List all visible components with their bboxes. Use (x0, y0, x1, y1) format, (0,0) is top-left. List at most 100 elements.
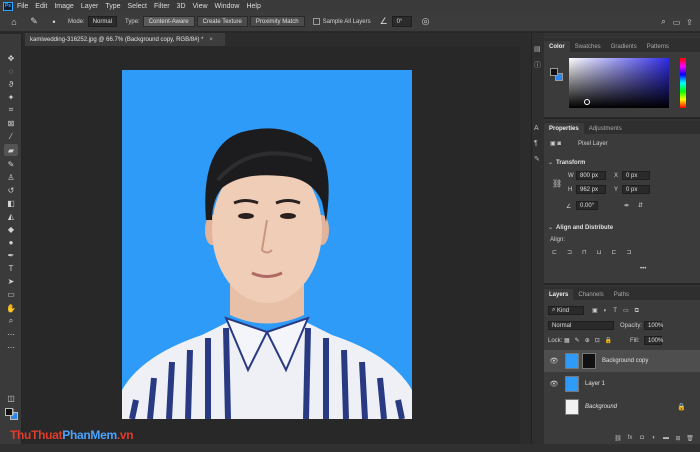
visibility-eye-icon[interactable]: 👁 (548, 357, 560, 365)
tab-patterns[interactable]: Patterns (642, 41, 674, 52)
tab-paths[interactable]: Paths (609, 289, 634, 300)
content-aware-button[interactable]: Content-Aware (142, 16, 195, 27)
menu-layer[interactable]: Layer (81, 3, 99, 10)
layer-row-background[interactable]: Background 🔒 (544, 396, 700, 418)
link-dimensions-icon[interactable]: ⛓ (552, 179, 562, 188)
width-field[interactable]: 800 px (576, 171, 606, 180)
gradient-tool-icon[interactable]: ◭ (4, 210, 18, 222)
layer-row-background-copy[interactable]: 👁 Background copy (544, 350, 700, 372)
menu-edit[interactable]: Edit (35, 3, 47, 10)
transform-section[interactable]: ⌄ Transform (548, 159, 585, 166)
dodge-tool-icon[interactable]: ● (4, 236, 18, 248)
sample-all-layers-checkbox[interactable] (312, 18, 320, 25)
info-panel-icon[interactable]: ⓘ (534, 60, 543, 69)
link-layers-icon[interactable]: ⛓ (614, 435, 622, 444)
lock-options-icons[interactable]: ▦✎⊕⊡🔒 (564, 337, 617, 344)
marquee-tool-icon[interactable]: ◌ (4, 65, 18, 77)
layer-filter-icons[interactable]: ▣◐T▭⧉ (592, 307, 645, 315)
brush-tool-icon[interactable]: ✎ (4, 158, 18, 170)
tab-channels[interactable]: Channels (573, 289, 608, 300)
mode-select[interactable]: Normal (87, 16, 118, 27)
tab-layers[interactable]: Layers (544, 289, 574, 300)
opacity-field[interactable]: 100% (644, 321, 663, 330)
flip-horizontal-icon[interactable]: ⇹ (624, 202, 629, 209)
menu-filter[interactable]: Filter (154, 3, 170, 10)
color-picker-cursor[interactable] (584, 99, 590, 105)
tab-swatches[interactable]: Swatches (570, 41, 606, 52)
menu-window[interactable]: Window (215, 3, 240, 10)
adjustment-layer-icon[interactable]: ◐ (650, 435, 658, 444)
clone-stamp-tool-icon[interactable]: ♙ (4, 171, 18, 183)
angle-field[interactable]: 0.00° (576, 201, 598, 210)
blur-tool-icon[interactable]: ◆ (4, 223, 18, 235)
foreground-color-swatch[interactable] (5, 408, 13, 416)
menu-3d[interactable]: 3D (177, 3, 186, 10)
fx-icon[interactable]: fx (626, 435, 634, 444)
eyedropper-tool-icon[interactable]: ⁄ (4, 130, 18, 142)
layer-mask-thumbnail[interactable] (582, 353, 596, 369)
angle-input[interactable]: 0° (391, 16, 412, 27)
menu-image[interactable]: Image (54, 3, 73, 10)
layer-filter-kind[interactable]: ⌕ Kind (548, 306, 584, 315)
pressure-size-icon[interactable]: ◎ (420, 16, 432, 28)
canvas-vertical-scrollbar[interactable] (520, 46, 531, 444)
search-icon[interactable]: ⌕ (657, 16, 670, 28)
zoom-tool-icon[interactable]: ⌕ (4, 315, 18, 327)
history-panel-icon[interactable]: ▤ (534, 45, 543, 54)
visibility-eye-icon[interactable]: 👁 (548, 380, 560, 388)
y-field[interactable]: 0 px (622, 185, 650, 194)
height-field[interactable]: 962 px (576, 185, 606, 194)
path-selection-tool-icon[interactable]: ➤ (4, 275, 18, 287)
eraser-tool-icon[interactable]: ◧ (4, 197, 18, 209)
quick-mask-icon[interactable]: ◫ (4, 392, 18, 404)
hand-tool-icon[interactable]: ✋ (4, 302, 18, 314)
align-section[interactable]: ⌄ Align and Distribute (548, 224, 613, 231)
healing-brush-tool-icon[interactable]: ▰ (4, 144, 18, 156)
healing-brush-preset-icon[interactable]: ✎ (28, 16, 40, 28)
brush-size-icon[interactable]: • (48, 16, 60, 28)
tab-gradients[interactable]: Gradients (606, 41, 642, 52)
type-tool-icon[interactable]: T (4, 262, 18, 274)
more-options-icon[interactable]: ••• (640, 266, 646, 272)
canvas-area[interactable] (23, 46, 520, 444)
new-layer-icon[interactable]: ⊞ (674, 435, 682, 444)
portrait-photo[interactable] (122, 70, 412, 419)
tab-properties[interactable]: Properties (544, 123, 584, 134)
align-buttons-icon[interactable]: ⊏⊐⊓⊔⊏⊐ (552, 249, 641, 256)
brush-settings-icon[interactable]: ✎ (534, 155, 543, 164)
fill-field[interactable]: 100% (644, 336, 663, 345)
history-brush-tool-icon[interactable]: ↺ (4, 184, 18, 196)
create-texture-button[interactable]: Create Texture (196, 16, 248, 27)
flip-vertical-icon[interactable]: ⇵ (638, 202, 643, 209)
share-icon[interactable]: ⇪ (683, 16, 696, 28)
menu-select[interactable]: Select (128, 3, 147, 10)
panel-foreground-swatch[interactable] (550, 68, 558, 76)
add-mask-icon[interactable]: ◘ (638, 435, 646, 444)
crop-tool-icon[interactable]: ⌗ (4, 104, 18, 116)
hue-slider[interactable] (680, 58, 686, 108)
edit-toolbar-icon[interactable]: ⋯ (4, 341, 18, 353)
more-tools-icon[interactable]: ⋯ (4, 328, 18, 340)
tab-color[interactable]: Color (544, 41, 570, 52)
new-group-icon[interactable]: ▬ (662, 435, 670, 444)
close-tab-icon[interactable]: × (209, 37, 213, 43)
paragraph-panel-icon[interactable]: ¶ (534, 140, 543, 149)
layer-row-layer-1[interactable]: 👁 Layer 1 (544, 373, 700, 395)
home-icon[interactable]: ⌂ (8, 16, 20, 28)
blend-mode-select[interactable]: Normal (548, 321, 614, 330)
workspace-icon[interactable]: ▭ (670, 16, 683, 28)
proximity-match-button[interactable]: Proximity Match (249, 16, 305, 27)
magic-wand-tool-icon[interactable]: ✦ (4, 91, 18, 103)
move-tool-icon[interactable]: ✥ (4, 52, 18, 64)
menu-help[interactable]: Help (246, 3, 260, 10)
character-panel-icon[interactable]: A (534, 125, 543, 134)
tab-adjustments[interactable]: Adjustments (584, 123, 627, 134)
frame-tool-icon[interactable]: ⊠ (4, 117, 18, 129)
lasso-tool-icon[interactable]: ϑ (4, 78, 18, 90)
menu-file[interactable]: File (17, 3, 28, 10)
menu-type[interactable]: Type (105, 3, 120, 10)
pen-tool-icon[interactable]: ✒ (4, 249, 18, 261)
x-field[interactable]: 0 px (622, 171, 650, 180)
delete-layer-icon[interactable]: 🗑 (686, 435, 694, 444)
rectangle-tool-icon[interactable]: ▭ (4, 288, 18, 300)
